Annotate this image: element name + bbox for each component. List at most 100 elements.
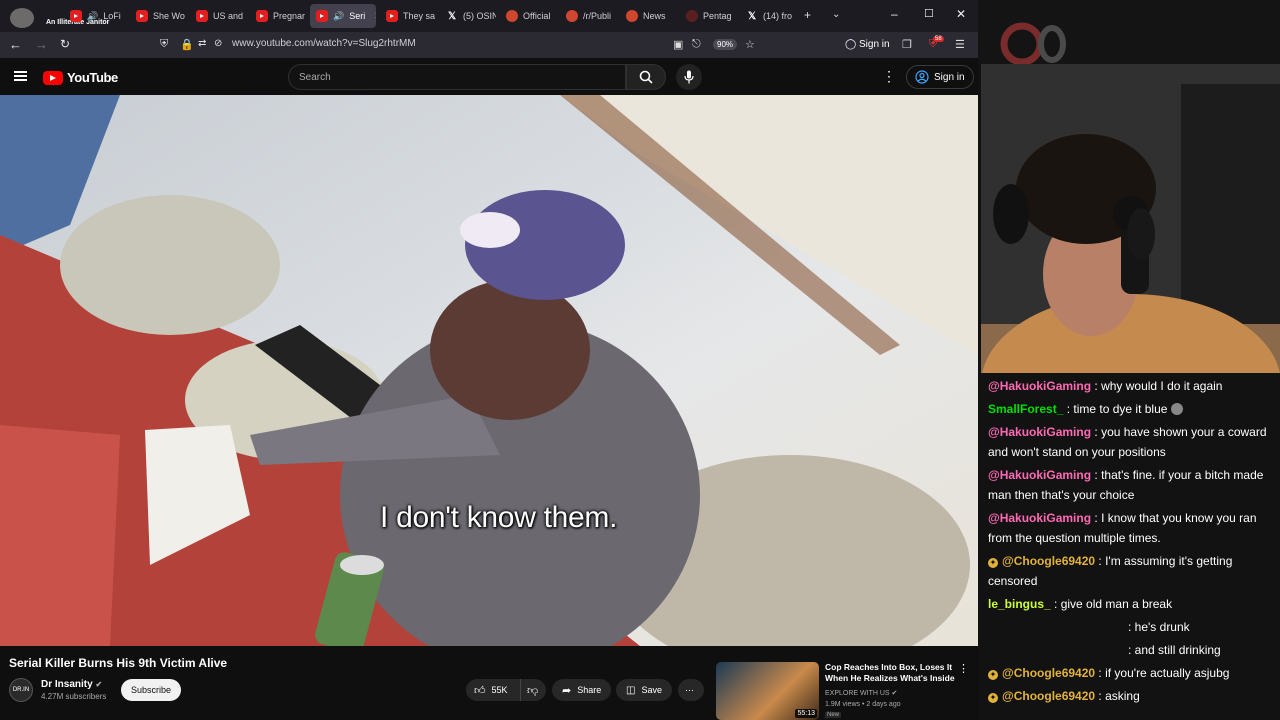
chat-message: @HakuokiGaming : you have shown your a c… (988, 422, 1278, 462)
tab-14-from[interactable]: 𝕏 (14) fro (740, 4, 796, 28)
youtube-logo[interactable]: YouTube (43, 70, 118, 85)
shield-icon[interactable]: ⛨ (160, 38, 168, 51)
firefox-signin-label: Sign in (858, 39, 890, 50)
tab-close-icon[interactable]: ✕ (374, 11, 376, 22)
search-button[interactable] (626, 64, 666, 90)
tab-she-wo[interactable]: She Wo (130, 4, 186, 28)
chat-text: : asking (1098, 689, 1140, 703)
chat-message: ✦ @Choogle69420 : asking (988, 686, 1278, 706)
stream-logo-icon (1000, 22, 1066, 64)
extensions-icon[interactable]: ❐ (902, 38, 912, 51)
channel-avatar[interactable]: DR.IN (9, 678, 33, 702)
settings-kebab-icon[interactable]: ⋮ (882, 68, 896, 85)
tab-label: LoFi D (103, 11, 124, 21)
recommended-title[interactable]: Cop Reaches Into Box, Loses It When He R… (825, 662, 957, 684)
autoplay-blocked-icon[interactable]: ⊘ (214, 38, 222, 49)
share-button[interactable]: ➦ Share (552, 679, 612, 701)
save-page-icon[interactable]: ⎋ (692, 38, 701, 51)
save-button[interactable]: ◫ Save (616, 679, 672, 701)
picture-in-picture-icon[interactable]: ▣ (673, 38, 683, 51)
x-icon: 𝕏 (747, 10, 757, 22)
chat-username: @Choogle69420 (1002, 554, 1096, 568)
tab-they-say[interactable]: They sa (380, 4, 436, 28)
recommended-channel[interactable]: EXPLORE WITH US ✔ (825, 689, 897, 697)
chat-message: : and still drinking (1128, 640, 1278, 660)
chat-message: @HakuokiGaming : why would I do it again (988, 376, 1278, 396)
forward-icon[interactable]: → (35, 37, 48, 52)
channel-name[interactable]: Dr Insanity ✔ (41, 679, 102, 690)
zoom-level[interactable]: 90% (713, 39, 738, 50)
tab-list-chevron-icon[interactable]: ⌄ (832, 9, 840, 20)
close-window-icon[interactable]: ✕ (956, 7, 966, 21)
youtube-icon (70, 10, 82, 22)
voice-search-button[interactable] (676, 64, 702, 90)
lock-icon[interactable]: 🔒 (180, 38, 194, 51)
maximize-icon[interactable]: ☐ (924, 7, 934, 20)
chat-message: : he's drunk (1128, 617, 1278, 637)
tab-pregnant[interactable]: Pregnar (250, 4, 306, 28)
more-actions-button[interactable]: ⋯ (678, 679, 704, 701)
stream-logo-strip (978, 0, 1280, 64)
minimize-icon[interactable]: – (891, 7, 898, 21)
video-player[interactable]: I don't know them. (0, 95, 978, 646)
tab-osint[interactable]: 𝕏 (5) OSIN (440, 4, 496, 28)
account-icon: ◯ (845, 39, 857, 50)
firefox-signin[interactable]: ◯ Sign in (845, 39, 890, 50)
subscriber-count: 4.27M subscribers (41, 692, 107, 701)
tab-official[interactable]: Official (500, 4, 556, 28)
screen: An Illiterate Janitor 🔊 LoFi D She Wo US… (0, 0, 1280, 720)
subscriber-badge-icon: ✦ (988, 693, 998, 703)
youtube-icon (386, 10, 398, 22)
reddit-icon (626, 10, 638, 22)
reddit-icon (686, 10, 698, 22)
tab-label: Pentag (703, 11, 732, 21)
tab-lofi[interactable]: 🔊 LoFi D (64, 4, 124, 28)
menu-icon[interactable]: ☰ (955, 38, 965, 51)
search-input[interactable]: Search (288, 64, 626, 90)
recommended-kebab-icon[interactable]: ⋮ (958, 662, 969, 675)
tab-label: (14) fro (763, 11, 793, 21)
chat-message: SmallForest_ : time to dye it blue (988, 399, 1278, 419)
tab-us-and[interactable]: US and (190, 4, 246, 28)
youtube-signin-button[interactable]: Sign in (906, 65, 974, 89)
tab-label: US and (213, 11, 244, 21)
tab-bar: An Illiterate Janitor 🔊 LoFi D She Wo US… (0, 0, 978, 32)
tab-label: Official (523, 11, 551, 21)
like-button[interactable]: 👍︎ 55K (466, 679, 520, 701)
chat-text: : why would I do it again (1094, 379, 1223, 393)
youtube-logo-text: YouTube (67, 70, 118, 85)
youtube-icon (136, 10, 148, 22)
chat-text: : time to dye it blue (1066, 402, 1168, 416)
back-icon[interactable]: ← (9, 37, 22, 52)
chat-panel: @HakuokiGaming : why would I do it again… (978, 373, 1280, 720)
new-badge: New (825, 712, 842, 718)
chat-message: le_bingus_ : give old man a break (988, 594, 1278, 614)
url-bar[interactable]: www.youtube.com/watch?v=Slug2rhtrMM (232, 38, 416, 49)
chat-text: : if you're actually asjubg (1098, 666, 1230, 680)
recommended-meta: 1.9M views • 2 days ago (825, 701, 901, 708)
dislike-button[interactable]: 👎︎ (520, 679, 546, 701)
more-horizontal-icon: ⋯ (685, 684, 694, 695)
permissions-icon[interactable]: ⇄ (198, 38, 206, 49)
tab-news[interactable]: News (620, 4, 676, 28)
video-info: Serial Killer Burns His 9th Victim Alive… (0, 646, 978, 720)
tab-r-public[interactable]: /r/Publi (560, 4, 616, 28)
overlay-avatar (10, 8, 34, 28)
stream-overlay: @HakuokiGaming : why would I do it again… (978, 0, 1280, 720)
new-tab-icon[interactable]: + (804, 8, 811, 22)
subscribe-button[interactable]: Subscribe (121, 679, 182, 701)
tab-label: /r/Publi (583, 11, 612, 21)
youtube-play-icon (43, 70, 63, 85)
recommended-thumbnail[interactable]: 55:13 (716, 662, 819, 720)
tab-pentagon[interactable]: Pentag (680, 4, 736, 28)
browser-window: An Illiterate Janitor 🔊 LoFi D She Wo US… (0, 0, 978, 720)
tab-label: Seri (349, 11, 366, 21)
thumbs-down-icon: 👎︎ (527, 684, 539, 697)
hamburger-menu-icon[interactable] (14, 71, 27, 81)
tab-label: News (643, 11, 666, 21)
subscriber-badge-icon: ✦ (988, 670, 998, 680)
bookmark-star-icon[interactable]: ☆ (745, 38, 755, 51)
chat-text: : give old man a break (1054, 597, 1173, 611)
reload-icon[interactable]: ↻ (60, 37, 70, 51)
tab-serial-killer-active[interactable]: 🔊 Seri ✕ (310, 4, 376, 28)
